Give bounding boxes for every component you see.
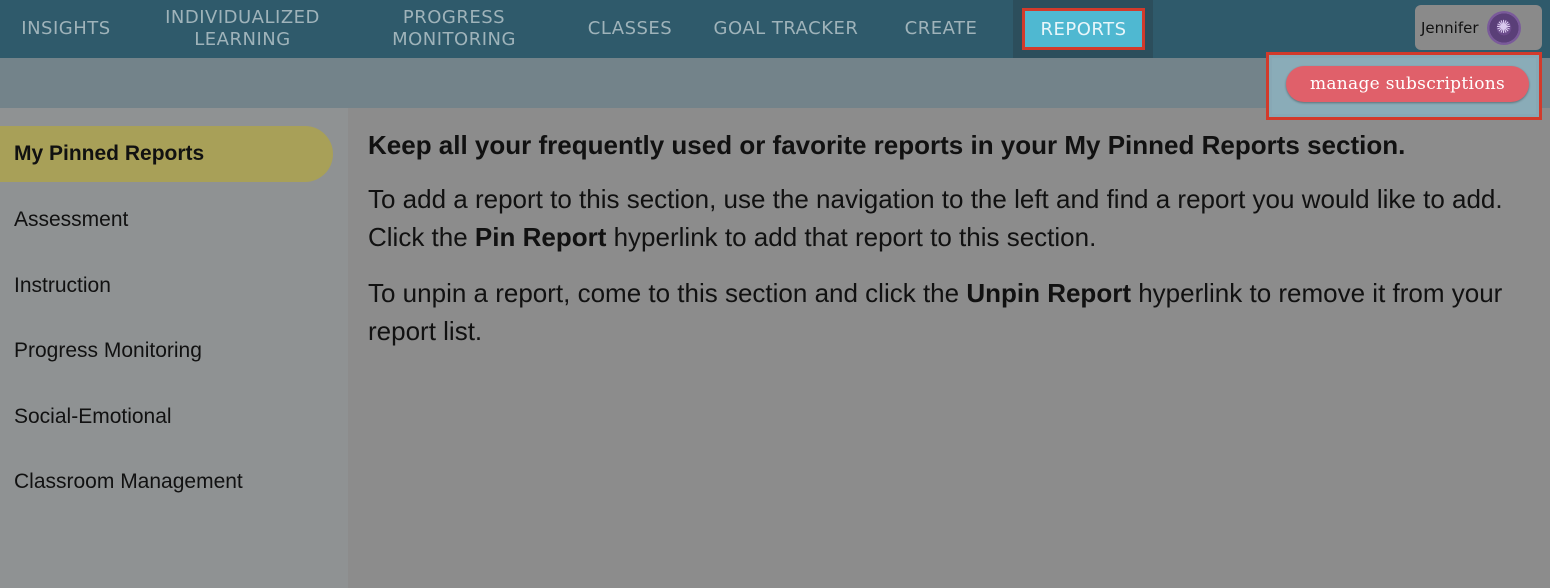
- user-menu[interactable]: Jennifer ✺: [1415, 5, 1542, 50]
- content-paragraph-unpin: To unpin a report, come to this section …: [368, 274, 1538, 350]
- sidebar-item-social-emotional[interactable]: Social-Emotional: [14, 405, 172, 429]
- user-name: Jennifer: [1421, 18, 1479, 37]
- nav-progress-monitoring[interactable]: PROGRESS MONITORING: [370, 0, 538, 58]
- content-paragraph-add: To add a report to this section, use the…: [368, 180, 1538, 256]
- unpin-report-term: Unpin Report: [966, 278, 1131, 308]
- text-segment: To unpin a report, come to this section …: [368, 278, 967, 308]
- sidebar-item-label: My Pinned Reports: [14, 142, 205, 165]
- nav-classes[interactable]: CLASSES: [572, 0, 688, 58]
- sidebar-item-instruction[interactable]: Instruction: [14, 274, 111, 298]
- nav-individualized-learning[interactable]: INDIVIDUALIZED LEARNING: [150, 0, 335, 58]
- sidebar-item-classroom-management[interactable]: Classroom Management: [14, 470, 243, 494]
- nav-goal-tracker[interactable]: GOAL TRACKER: [700, 0, 872, 58]
- nav-insights[interactable]: INSIGHTS: [8, 0, 124, 58]
- sidebar-item-my-pinned-reports[interactable]: My Pinned Reports: [0, 126, 333, 182]
- manage-subscriptions-button[interactable]: manage subscriptions: [1286, 66, 1529, 102]
- avatar: ✺: [1486, 10, 1521, 45]
- sidebar-item-assessment[interactable]: Assessment: [14, 208, 128, 232]
- content-heading: Keep all your frequently used or favorit…: [368, 130, 1406, 160]
- sidebar-item-progress-monitoring[interactable]: Progress Monitoring: [14, 339, 202, 363]
- text-segment: hyperlink to add that report to this sec…: [606, 222, 1097, 252]
- nav-create[interactable]: CREATE: [890, 0, 992, 58]
- pin-report-term: Pin Report: [474, 222, 607, 252]
- nav-reports[interactable]: REPORTS: [1022, 8, 1145, 50]
- main-content: Keep all your frequently used or favorit…: [368, 126, 1538, 368]
- top-navigation: INSIGHTS INDIVIDUALIZED LEARNING PROGRES…: [0, 0, 1550, 58]
